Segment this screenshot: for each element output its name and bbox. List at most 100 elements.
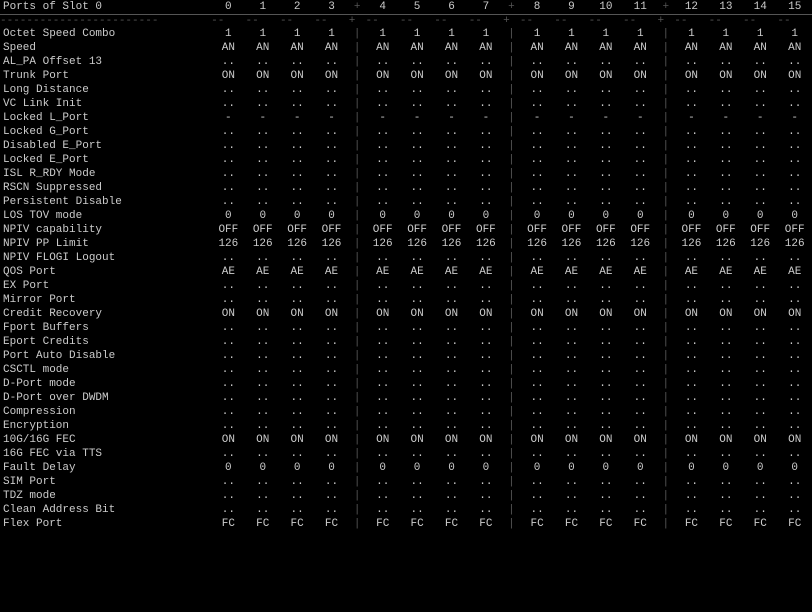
row-cell: .. (246, 293, 280, 307)
col-11: 11 (623, 0, 657, 15)
row-cell: .. (434, 377, 468, 391)
row-cell: 1 (469, 27, 503, 41)
row-cell: FC (709, 517, 743, 531)
row-cell: | (657, 209, 674, 223)
row-cell: .. (743, 405, 777, 419)
row-cell: OFF (434, 223, 468, 237)
table-row: QOS PortAEAEAEAE|AEAEAEAE|AEAEAEAE|AEAEA… (0, 265, 812, 279)
row-cell: .. (623, 321, 657, 335)
row-cell: .. (314, 153, 348, 167)
row-cell: | (657, 27, 674, 41)
row-cell: .. (314, 55, 348, 69)
table-row: Fport Buffers........|........|........|… (0, 321, 812, 335)
row-cell: 0 (280, 461, 314, 475)
table-row: NPIV PP Limit126126126126|126126126126|1… (0, 237, 812, 251)
row-cell: AE (520, 265, 554, 279)
row-cell: .. (246, 475, 280, 489)
row-cell: .. (520, 419, 554, 433)
row-label: Fault Delay (0, 461, 211, 475)
row-cell: .. (246, 97, 280, 111)
row-cell: .. (246, 377, 280, 391)
table-row: Compression........|........|........|..… (0, 405, 812, 419)
row-cell: .. (589, 503, 623, 517)
row-cell: | (657, 475, 674, 489)
row-cell: .. (434, 293, 468, 307)
row-cell: | (657, 153, 674, 167)
row-cell: 0 (589, 461, 623, 475)
row-cell: .. (674, 405, 708, 419)
row-cell: 0 (674, 209, 708, 223)
row-cell: .. (777, 181, 812, 195)
row-cell: .. (777, 335, 812, 349)
row-cell: OFF (366, 223, 400, 237)
row-cell: | (503, 139, 520, 153)
row-cell: .. (314, 335, 348, 349)
row-cell: .. (777, 489, 812, 503)
row-cell: | (503, 321, 520, 335)
row-cell: | (503, 377, 520, 391)
row-cell: OFF (400, 223, 434, 237)
row-cell: .. (366, 97, 400, 111)
row-cell: OFF (554, 223, 588, 237)
row-cell: .. (623, 55, 657, 69)
row-cell: | (657, 97, 674, 111)
row-cell: .. (211, 167, 245, 181)
col-15: 15 (777, 0, 812, 15)
row-cell: .. (554, 349, 588, 363)
row-cell: | (349, 405, 366, 419)
row-cell: .. (469, 97, 503, 111)
row-cell: .. (709, 363, 743, 377)
table-row: NPIV capabilityOFFOFFOFFOFF|OFFOFFOFFOFF… (0, 223, 812, 237)
row-cell: | (349, 419, 366, 433)
row-cell: FC (246, 517, 280, 531)
row-cell: | (503, 125, 520, 139)
row-cell: AE (589, 265, 623, 279)
row-cell: .. (211, 251, 245, 265)
row-cell: .. (469, 55, 503, 69)
row-cell: | (349, 41, 366, 55)
row-cell: .. (280, 321, 314, 335)
col-2: 2 (280, 0, 314, 15)
row-cell: .. (743, 181, 777, 195)
row-cell: .. (280, 349, 314, 363)
row-cell: 126 (366, 237, 400, 251)
row-label: Persistent Disable (0, 195, 211, 209)
row-cell: .. (554, 97, 588, 111)
ports-table: Ports of Slot 0 0 1 2 3 + 4 5 6 7 + 8 9 … (0, 0, 812, 531)
row-cell: - (246, 111, 280, 125)
row-cell: | (503, 251, 520, 265)
row-cell: .. (400, 377, 434, 391)
row-cell: | (657, 363, 674, 377)
row-cell: AE (554, 265, 588, 279)
row-cell: OFF (520, 223, 554, 237)
row-cell: .. (554, 475, 588, 489)
row-cell: .. (469, 153, 503, 167)
row-cell: | (657, 167, 674, 181)
row-cell: .. (520, 293, 554, 307)
row-cell: | (503, 265, 520, 279)
row-cell: .. (280, 377, 314, 391)
row-cell: .. (674, 125, 708, 139)
row-cell: .. (777, 139, 812, 153)
row-cell: ON (623, 433, 657, 447)
row-cell: .. (674, 55, 708, 69)
row-cell: | (503, 419, 520, 433)
row-cell: .. (777, 167, 812, 181)
row-cell: | (349, 391, 366, 405)
row-cell: .. (280, 419, 314, 433)
row-cell: .. (400, 153, 434, 167)
row-cell: .. (674, 153, 708, 167)
row-cell: .. (743, 391, 777, 405)
row-cell: .. (314, 363, 348, 377)
row-cell: ON (280, 307, 314, 321)
row-cell: .. (366, 503, 400, 517)
row-cell: 0 (777, 209, 812, 223)
row-cell: .. (400, 279, 434, 293)
row-cell: .. (743, 363, 777, 377)
row-cell: .. (777, 363, 812, 377)
row-cell: 126 (674, 237, 708, 251)
row-cell: AE (777, 265, 812, 279)
row-label: D-Port mode (0, 377, 211, 391)
row-cell: | (503, 55, 520, 69)
row-cell: .. (777, 419, 812, 433)
